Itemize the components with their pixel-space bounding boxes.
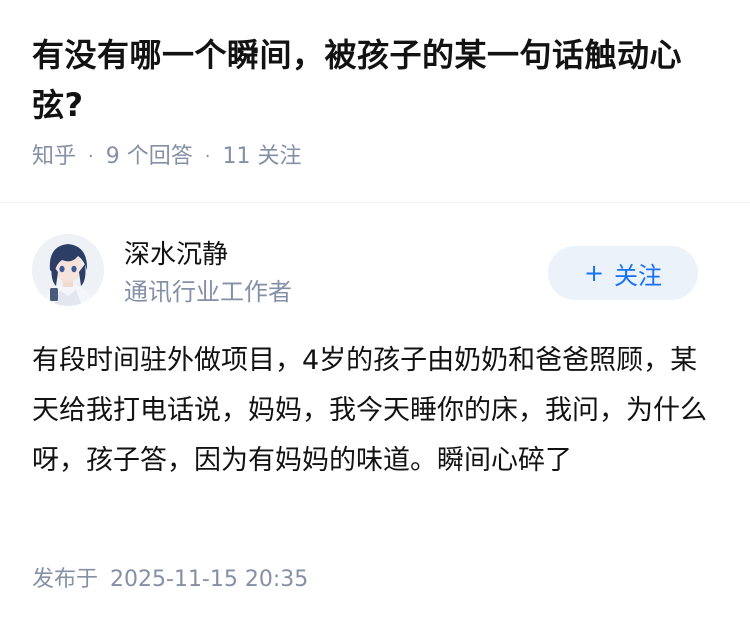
answer-content[interactable]: 有段时间驻外做项目，4岁的孩子由奶奶和爸爸照顾，某天给我打电话说，妈妈，我今天睡… xyxy=(32,336,718,486)
avatar[interactable] xyxy=(32,234,104,306)
question-title[interactable]: 有没有哪一个瞬间，被孩子的某一句话触动心弦? xyxy=(32,30,722,130)
publish-label: 发布于 xyxy=(32,567,99,592)
source-label[interactable]: 知乎 xyxy=(32,142,76,172)
follow-count[interactable]: 11 关注 xyxy=(222,142,301,172)
author-row: 深水沉静 通讯行业工作者 + 关注 xyxy=(32,234,718,310)
follow-button-label: 关注 xyxy=(614,261,663,290)
plus-icon: + xyxy=(583,259,605,287)
publish-time: 2025-11-15 20:35 xyxy=(110,567,309,592)
question-header: 有没有哪一个瞬间，被孩子的某一句话触动心弦? 知乎 · 9 个回答 · 11 关… xyxy=(32,30,722,172)
question-meta: 知乎 · 9 个回答 · 11 关注 xyxy=(32,142,722,172)
follow-button[interactable]: + 关注 xyxy=(548,246,698,300)
anime-avatar-icon xyxy=(32,234,104,306)
section-divider xyxy=(0,202,750,203)
author-name[interactable]: 深水沉静 xyxy=(124,238,228,272)
publish-info: 发布于 2025-11-15 20:35 xyxy=(32,564,308,596)
author-bio: 通讯行业工作者 xyxy=(124,278,292,306)
meta-separator: · xyxy=(204,146,211,167)
answer-count[interactable]: 9 个回答 xyxy=(106,142,193,172)
meta-separator: · xyxy=(88,146,94,167)
